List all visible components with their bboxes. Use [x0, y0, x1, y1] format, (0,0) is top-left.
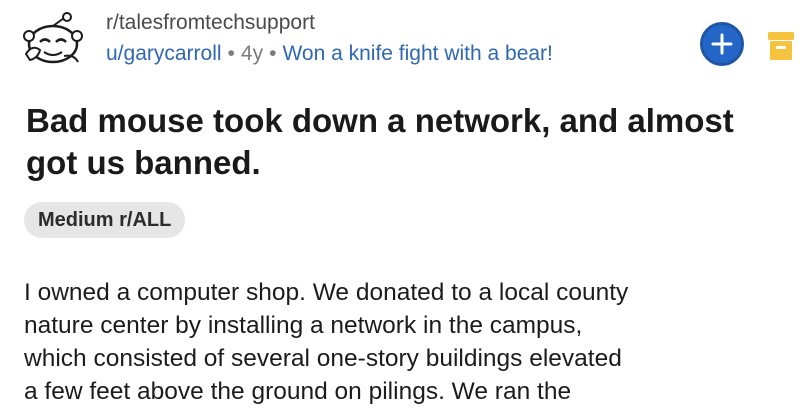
body-line: which consisted of several one-story bui…: [24, 345, 622, 372]
post-byline: u/garycarroll • 4y • Won a knife fight with …: [106, 40, 553, 68]
separator-dot: •: [269, 42, 277, 65]
post-meta: r/talesfromtechsupport u/garycarroll • 4y •…: [106, 10, 553, 68]
plus-icon: [711, 33, 733, 55]
post-age: 4y: [240, 42, 264, 65]
archive-box-icon[interactable]: [766, 28, 796, 64]
subreddit-avatar[interactable]: [20, 12, 86, 68]
post-flair-tag[interactable]: Medium r/ALL: [24, 202, 186, 238]
separator-dot: •: [227, 42, 235, 65]
body-line: a few feet above the ground on pilings. …: [24, 378, 572, 405]
join-button[interactable]: [700, 22, 744, 66]
reddit-post: r/talesfromtechsupport u/garycarroll • 4y •…: [0, 0, 800, 420]
subreddit-name[interactable]: r/talesfromtechsupport: [106, 10, 553, 36]
reddit-snoo-avatar-icon: [23, 12, 83, 64]
body-line: I owned a computer shop. We donated to a…: [24, 279, 629, 306]
author-link[interactable]: u/garycarroll: [106, 42, 222, 65]
post-body: I owned a computer shop. We donated to a…: [24, 276, 794, 408]
post-title[interactable]: Bad mouse took down a network, and almos…: [26, 100, 746, 184]
post-header: r/talesfromtechsupport u/garycarroll • 4y •…: [20, 8, 794, 72]
author-flair: Won a knife fight with a bear!: [282, 42, 553, 65]
body-line: nature center by installing a network in…: [24, 312, 583, 339]
